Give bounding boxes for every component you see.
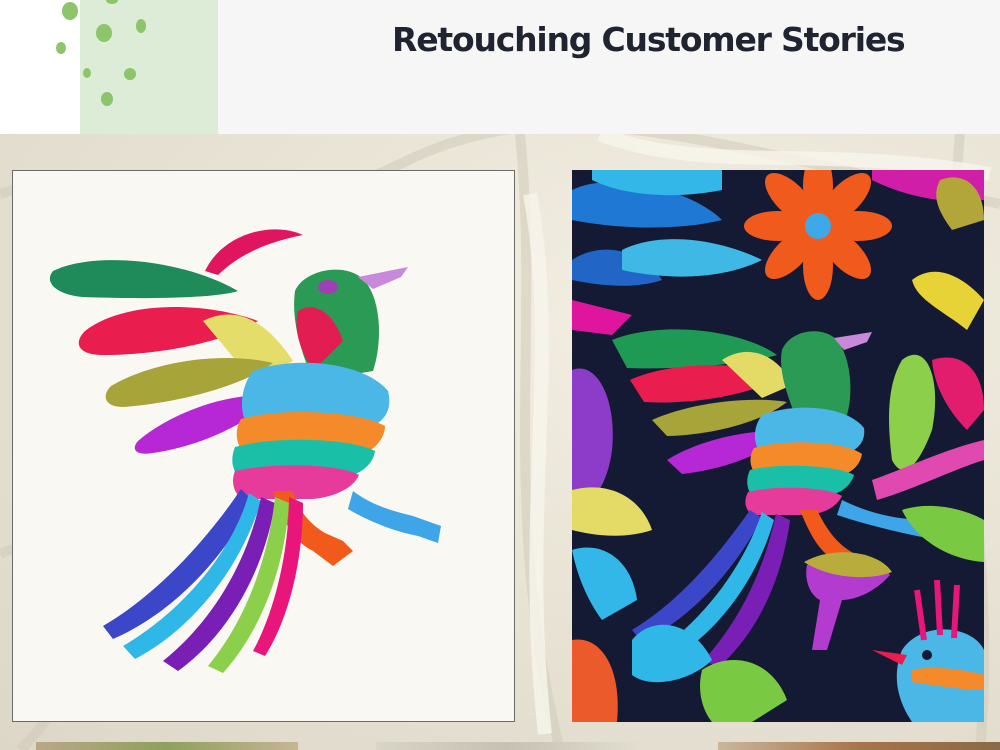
thumbnail-image[interactable] — [718, 742, 1000, 750]
embroidered-textile-original-image — [572, 170, 984, 722]
embroidered-textile-pattern — [572, 170, 984, 722]
customer-story-showcase — [0, 134, 1000, 750]
page-title: Retouching Customer Stories — [392, 20, 906, 59]
embroidered-bird-illustration — [49, 229, 441, 673]
page: Retouching Customer Stories — [0, 0, 1000, 750]
flower-motif — [744, 170, 892, 300]
thumbnail-image[interactable] — [376, 742, 638, 750]
embroidered-bird-isolated-image — [12, 170, 515, 722]
green-dots-decoration — [56, 0, 146, 106]
header: Retouching Customer Stories — [0, 0, 1000, 134]
thumbnail-image[interactable] — [36, 742, 298, 750]
